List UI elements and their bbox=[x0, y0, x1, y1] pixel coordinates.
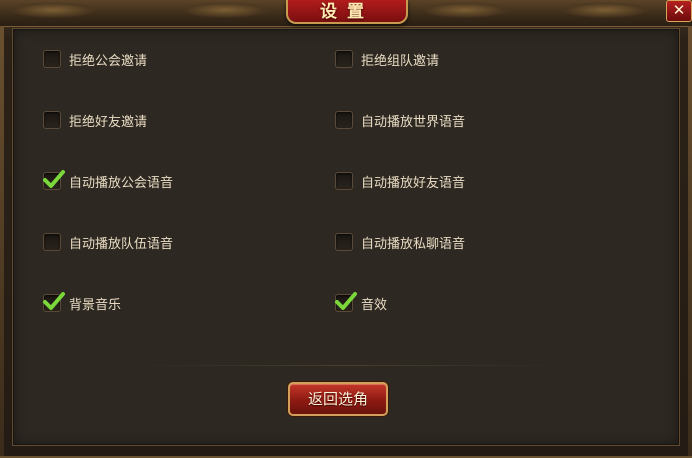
option-label: 自动播放私聊语音 bbox=[361, 236, 466, 252]
frame-edge-right bbox=[688, 26, 692, 456]
ornament-deco-left-2 bbox=[180, 2, 270, 18]
option-autoplay-friend-voice[interactable]: 自动播放好友语音 bbox=[335, 170, 465, 192]
window-title: 设置 bbox=[320, 1, 374, 22]
checkmark-icon bbox=[335, 292, 357, 310]
checkbox[interactable] bbox=[43, 50, 61, 68]
option-autoplay-private-voice[interactable]: 自动播放私聊语音 bbox=[335, 231, 465, 253]
close-button[interactable]: ✕ bbox=[666, 0, 692, 22]
ornament-deco-right-2 bbox=[560, 2, 650, 18]
checkbox[interactable] bbox=[43, 170, 65, 190]
option-label: 背景音乐 bbox=[69, 297, 122, 313]
ornament-deco-left-1 bbox=[8, 2, 98, 18]
ornament-deco-right-1 bbox=[420, 2, 510, 18]
option-reject-guild-invite[interactable]: 拒绝公会邀请 bbox=[43, 48, 147, 70]
option-reject-friend-invite[interactable]: 拒绝好友邀请 bbox=[43, 109, 147, 131]
panel-divider bbox=[129, 365, 565, 366]
option-reject-team-invite[interactable]: 拒绝组队邀请 bbox=[335, 48, 439, 70]
option-autoplay-world-voice[interactable]: 自动播放世界语音 bbox=[335, 109, 465, 131]
option-label: 拒绝好友邀请 bbox=[69, 114, 148, 130]
checkbox[interactable] bbox=[335, 172, 353, 190]
option-bg-music[interactable]: 背景音乐 bbox=[43, 292, 121, 314]
checkbox[interactable] bbox=[335, 50, 353, 68]
checkbox[interactable] bbox=[335, 233, 353, 251]
option-sound-effects[interactable]: 音效 bbox=[335, 292, 387, 314]
checkbox[interactable] bbox=[335, 292, 357, 312]
option-label: 自动播放队伍语音 bbox=[69, 236, 174, 252]
option-label: 音效 bbox=[361, 297, 388, 313]
option-label: 自动播放公会语音 bbox=[69, 175, 174, 191]
checkbox[interactable] bbox=[43, 111, 61, 129]
title-plate: 设置 bbox=[286, 0, 408, 24]
checkbox[interactable] bbox=[43, 292, 65, 312]
option-autoplay-team-voice[interactable]: 自动播放队伍语音 bbox=[43, 231, 173, 253]
option-autoplay-guild-voice[interactable]: 自动播放公会语音 bbox=[43, 170, 173, 192]
option-label: 自动播放好友语音 bbox=[361, 175, 466, 191]
option-label: 拒绝组队邀请 bbox=[361, 53, 440, 69]
option-label: 自动播放世界语音 bbox=[361, 114, 466, 130]
checkmark-icon bbox=[43, 170, 65, 188]
frame-edge-left bbox=[0, 26, 4, 456]
return-to-character-select-button[interactable]: 返回选角 bbox=[288, 382, 388, 416]
option-label: 拒绝公会邀请 bbox=[69, 53, 148, 69]
checkbox[interactable] bbox=[335, 111, 353, 129]
checkbox[interactable] bbox=[43, 233, 61, 251]
checkmark-icon bbox=[43, 292, 65, 310]
